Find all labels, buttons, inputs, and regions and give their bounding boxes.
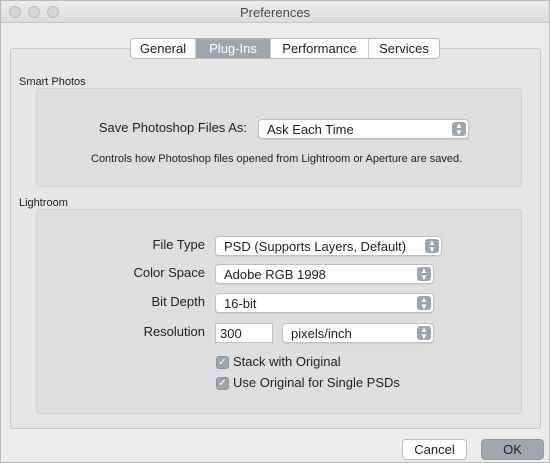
smart-photos-help-text: Controls how Photoshop files opened from… — [91, 153, 463, 165]
select-stepper-icon: ▲ ▼ — [417, 267, 431, 282]
color-space-value: Adobe RGB 1998 — [224, 267, 326, 282]
use-original-label: Use Original for Single PSDs — [233, 375, 400, 390]
save-photoshop-files-label: Save Photoshop Files As: — [98, 120, 247, 135]
tab-general[interactable]: General — [131, 39, 196, 58]
color-space-label: Color Space — [133, 265, 205, 280]
resolution-unit-value: pixels/inch — [291, 326, 352, 341]
tab-performance[interactable]: Performance — [271, 39, 369, 58]
select-stepper-icon: ▲ ▼ — [425, 239, 439, 254]
ok-button[interactable]: OK — [481, 439, 544, 460]
select-stepper-icon: ▲ ▼ — [452, 122, 466, 137]
resolution-input[interactable] — [215, 323, 273, 343]
resolution-label: Resolution — [143, 324, 205, 339]
use-original-checkbox-row[interactable]: ✓ Use Original for Single PSDs — [216, 375, 436, 391]
stack-with-original-label: Stack with Original — [233, 354, 341, 369]
stack-with-original-checkbox[interactable]: ✓ — [216, 356, 229, 369]
smart-photos-group: Save Photoshop Files As: Ask Each Time ▲… — [36, 88, 522, 187]
color-space-select[interactable]: Adobe RGB 1998 ▲ ▼ — [215, 264, 434, 284]
preferences-panel: Smart Photos Save Photoshop Files As: As… — [10, 48, 541, 429]
bit-depth-label: Bit Depth — [151, 294, 205, 309]
select-stepper-icon: ▲ ▼ — [417, 296, 431, 311]
preferences-window: Preferences Smart Photos Save Photoshop … — [0, 0, 550, 463]
save-photoshop-files-value: Ask Each Time — [267, 122, 354, 137]
select-stepper-icon: ▲ ▼ — [417, 326, 431, 341]
lightroom-group: File Type PSD (Supports Layers, Default)… — [36, 209, 522, 414]
save-photoshop-files-select[interactable]: Ask Each Time ▲ ▼ — [258, 119, 469, 139]
lightroom-section-label: Lightroom — [19, 197, 68, 209]
bit-depth-select[interactable]: 16-bit ▲ ▼ — [215, 293, 434, 313]
file-type-label: File Type — [152, 237, 205, 252]
cancel-button[interactable]: Cancel — [402, 439, 467, 460]
title-bar: Preferences — [1, 1, 549, 23]
resolution-unit-select[interactable]: pixels/inch ▲ ▼ — [282, 323, 434, 343]
smart-photos-section-label: Smart Photos — [19, 76, 86, 88]
tab-plug-ins[interactable]: Plug-Ins — [196, 39, 271, 58]
window-title: Preferences — [239, 5, 311, 20]
file-type-select[interactable]: PSD (Supports Layers, Default) ▲ ▼ — [215, 236, 442, 256]
stack-with-original-checkbox-row[interactable]: ✓ Stack with Original — [216, 354, 416, 370]
preferences-tabs: General Plug-Ins Performance Services — [130, 38, 440, 59]
file-type-value: PSD (Supports Layers, Default) — [224, 239, 407, 254]
tab-services[interactable]: Services — [369, 39, 439, 58]
use-original-checkbox[interactable]: ✓ — [216, 377, 229, 390]
bit-depth-value: 16-bit — [224, 296, 257, 311]
